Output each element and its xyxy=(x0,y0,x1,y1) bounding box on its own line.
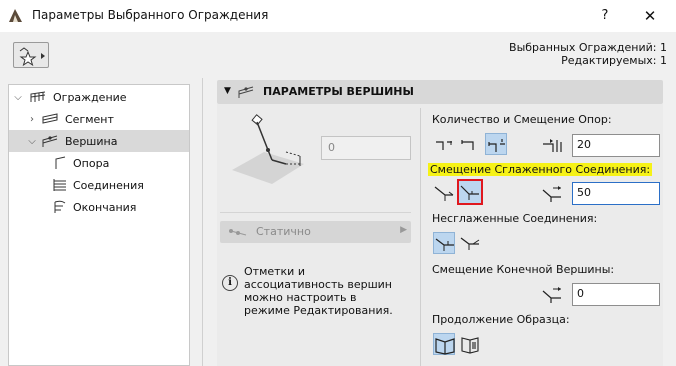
dropdown-label: Статично xyxy=(256,225,311,238)
node-preview-illustration xyxy=(232,114,304,184)
unsmooth-joint-b-icon xyxy=(460,237,480,250)
tree-item-label: Окончания xyxy=(73,200,137,214)
column-separator xyxy=(420,108,421,366)
smooth-offset-icon xyxy=(542,186,561,202)
end-node-offset-label: Смещение Конечной Вершины: xyxy=(432,263,615,276)
dropdown-arrow-icon: ▶ xyxy=(400,225,407,235)
collapse-arrow-icon[interactable]: ⌵ xyxy=(13,92,23,103)
smooth-connection-label: Смещение Сглаженного Соединения: xyxy=(428,163,653,176)
static-node-icon xyxy=(229,229,247,236)
unsmooth-connections-label: Несглаженные Соединения: xyxy=(432,212,598,225)
tree-item-node[interactable]: ⌵ Вершина xyxy=(9,130,189,152)
separator xyxy=(220,212,411,213)
endings-icon xyxy=(54,200,66,213)
tree-item-connections[interactable]: Соединения xyxy=(9,174,189,196)
editable-count: Редактируемых: 1 xyxy=(561,54,667,67)
archicad-logo-icon xyxy=(9,9,22,22)
post-centered-icon xyxy=(488,139,505,152)
settings-tree: ⌵ Ограждение › Сегмент ⌵ Вершина Опора С… xyxy=(8,84,190,366)
posts-option-1-button[interactable] xyxy=(433,133,455,155)
end-node-offset-input[interactable]: 0 xyxy=(572,283,660,306)
collapse-triangle-icon[interactable]: ▼ xyxy=(224,86,231,96)
tree-item-segment[interactable]: › Сегмент xyxy=(9,108,189,130)
end-node-offset-icon xyxy=(542,287,561,303)
smooth-joint-a-icon xyxy=(434,186,454,201)
unsmooth-option-1-button[interactable] xyxy=(433,232,455,254)
pattern-continuation-label: Продолжение Образца: xyxy=(432,313,570,326)
help-button[interactable]: ? xyxy=(590,4,620,28)
railing-icon xyxy=(30,91,46,102)
tree-item-label: Опора xyxy=(73,156,110,170)
smooth-option-1-button[interactable] xyxy=(433,181,455,203)
segment-icon xyxy=(42,113,58,124)
tree-item-label: Сегмент xyxy=(65,112,114,126)
panel-header[interactable]: ▼ ПАРАМЕТРЫ ВЕРШИНЫ xyxy=(217,80,663,104)
splitter[interactable] xyxy=(202,78,203,366)
elevation-field: 0 xyxy=(321,136,411,160)
node-icon xyxy=(238,86,254,98)
node-icon xyxy=(42,135,58,147)
post-offset-right-icon xyxy=(461,140,474,150)
tree-item-label: Вершина xyxy=(65,134,118,148)
tree-item-label: Соединения xyxy=(73,178,144,192)
post-icon xyxy=(55,156,66,169)
unsmooth-option-2-button[interactable] xyxy=(459,232,481,254)
tree-item-post[interactable]: Опора xyxy=(9,152,189,174)
selected-count: Выбранных Ограждений: 1 xyxy=(509,41,667,54)
tree-item-label: Ограждение xyxy=(53,90,127,104)
favorites-star-icon xyxy=(19,47,45,67)
pattern-restart-icon xyxy=(461,337,479,354)
posts-option-3-button[interactable] xyxy=(485,133,507,155)
tree-item-railing[interactable]: ⌵ Ограждение xyxy=(9,86,189,108)
selection-summary: Выбранных Ограждений: 1 Редактируемых: 1 xyxy=(509,41,667,67)
panel-title: ПАРАМЕТРЫ ВЕРШИНЫ xyxy=(263,85,414,98)
expand-arrow-icon[interactable]: › xyxy=(27,114,37,125)
post-offset-left-icon xyxy=(436,141,452,150)
smooth-joint-b-icon xyxy=(460,185,479,200)
connections-icon xyxy=(53,179,66,191)
smooth-offset-input[interactable]: 50 xyxy=(572,182,660,205)
post-distance-icon xyxy=(543,139,562,152)
collapse-arrow-icon[interactable]: ⌵ xyxy=(27,136,37,147)
pattern-continue-icon xyxy=(435,338,455,355)
info-text: Отметки и ассоциативность вершин можно н… xyxy=(244,265,393,317)
unsmooth-joint-a-icon xyxy=(435,238,454,251)
info-icon: i xyxy=(222,275,238,291)
close-button[interactable]: ✕ xyxy=(635,4,665,28)
favorites-button[interactable] xyxy=(13,42,49,68)
posts-label: Количество и Смещение Опор: xyxy=(432,113,612,126)
tree-item-endings[interactable]: Окончания xyxy=(9,196,189,218)
pattern-option-1-button[interactable] xyxy=(433,333,455,355)
title-bar: Параметры Выбранного Ограждения ? ✕ xyxy=(0,0,676,32)
static-dropdown: Статично ▶ xyxy=(220,221,411,243)
posts-offset-input[interactable]: 20 xyxy=(572,134,660,157)
pattern-option-2-button[interactable] xyxy=(459,333,481,355)
smooth-option-2-button[interactable] xyxy=(457,179,483,205)
posts-option-2-button[interactable] xyxy=(459,133,481,155)
window-title: Параметры Выбранного Ограждения xyxy=(32,8,269,22)
